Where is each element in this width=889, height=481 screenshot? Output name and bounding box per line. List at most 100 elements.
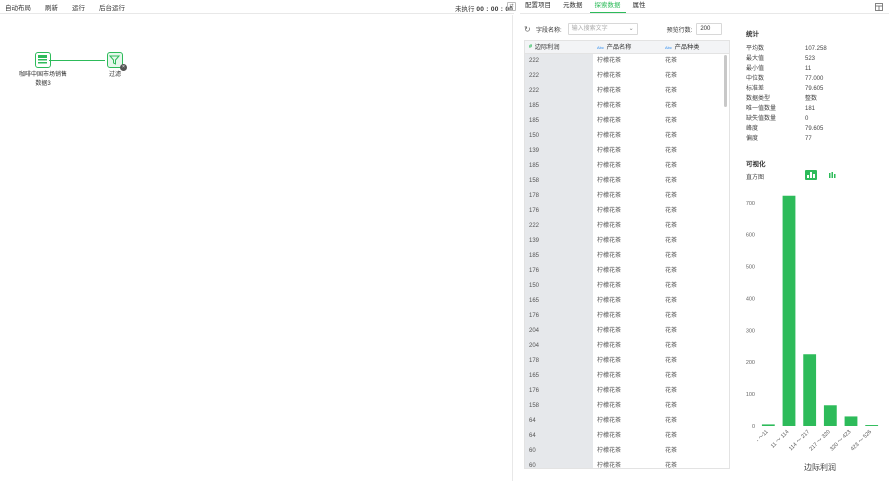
table-row[interactable]: 176 柠檬花茶 花茶 xyxy=(525,204,729,219)
y-tick-label: 700 xyxy=(746,201,755,207)
stat-key: 数据类型 xyxy=(746,96,771,102)
table-cell: 185 xyxy=(525,159,593,174)
table-row[interactable]: 176 柠檬花茶 花茶 xyxy=(525,384,729,399)
table-cell: 花茶 xyxy=(665,73,678,79)
preview-rows-input[interactable]: 200 xyxy=(696,23,723,35)
workflow-canvas[interactable]: 咖啡中国市场销售 数据3 × 过滤 xyxy=(0,15,513,481)
table-row[interactable]: 222 柠檬花茶 花茶 xyxy=(525,54,729,69)
table-cell: 139 xyxy=(525,144,593,159)
table-row[interactable]: 185 柠檬花茶 花茶 xyxy=(525,159,729,174)
data-table: # 边际利润 Abc 产品名称 Abc 产品种类 222 柠檬花茶 花茶 222 柠檬花… xyxy=(524,40,730,469)
column-header-product-name[interactable]: Abc 产品名称 xyxy=(593,41,661,54)
table-cell: 花茶 xyxy=(665,343,678,349)
table-row[interactable]: 204 柠檬花茶 花茶 xyxy=(525,339,729,354)
node-data-source[interactable]: 咖啡中国市场销售 数据3 xyxy=(17,52,69,87)
column-header-margin[interactable]: # 边际利润 xyxy=(525,41,593,54)
visualization-title: 可视化 xyxy=(746,161,766,168)
table-row[interactable]: 150 柠檬花茶 花茶 xyxy=(525,279,729,294)
collapse-panel-icon[interactable]: ⇄ xyxy=(507,2,516,11)
table-cell: 178 xyxy=(525,189,593,204)
table-cell: 柠檬花茶 xyxy=(597,208,622,214)
tab-properties[interactable]: 属性 xyxy=(628,0,651,13)
stat-row: 数据类型 整数 xyxy=(746,94,886,104)
stat-row: 偏度 77 xyxy=(746,134,886,144)
table-header: # 边际利润 Abc 产品名称 Abc 产品种类 xyxy=(525,41,729,54)
stat-row: 最大值 523 xyxy=(746,54,886,64)
table-cell: 柠檬花茶 xyxy=(597,448,622,454)
refresh-button[interactable]: 刷新 xyxy=(45,2,58,12)
table-row[interactable]: 185 柠檬花茶 花茶 xyxy=(525,114,729,129)
table-cell: 柠檬花茶 xyxy=(597,388,622,394)
table-cell: 柠檬花茶 xyxy=(597,133,622,139)
table-row[interactable]: 176 柠檬花茶 花茶 xyxy=(525,264,729,279)
x-tick-label: 423 ～ 526 xyxy=(850,429,873,452)
table-cell: 柠檬花茶 xyxy=(597,313,622,319)
table-cell: 花茶 xyxy=(665,448,678,454)
panel-layout-icon[interactable] xyxy=(875,3,883,11)
table-cell: 花茶 xyxy=(665,118,678,124)
table-row[interactable]: 222 柠檬花茶 花茶 xyxy=(525,84,729,99)
table-row[interactable]: 150 柠檬花茶 花茶 xyxy=(525,129,729,144)
histogram-bar xyxy=(844,416,858,426)
table-cell: 花茶 xyxy=(665,253,678,259)
table-cell: 柠檬花茶 xyxy=(597,373,622,379)
table-scrollbar[interactable] xyxy=(724,55,727,107)
tab-explore-data[interactable]: 探索数据 xyxy=(589,0,626,13)
background-run-button[interactable]: 后台运行 xyxy=(99,2,125,12)
table-row[interactable]: 60 柠檬花茶 花茶 xyxy=(525,444,729,459)
tab-metadata[interactable]: 元数据 xyxy=(558,0,588,13)
table-cell: 柠檬花茶 xyxy=(597,358,622,364)
table-row[interactable]: 222 柠檬花茶 花茶 xyxy=(525,69,729,84)
table-row[interactable]: 185 柠檬花茶 花茶 xyxy=(525,249,729,264)
histogram-icon[interactable] xyxy=(805,170,817,180)
table-cell: 柠檬花茶 xyxy=(597,283,622,289)
table-row[interactable]: 165 柠檬花茶 花茶 xyxy=(525,369,729,384)
stat-value: 107.258 xyxy=(805,46,827,52)
stats-panel: 统计 平均数 107.258 最大值 523 最小值 11 中位数 77.000 标准差 79.6… xyxy=(746,28,886,144)
refresh-icon[interactable]: ↻ xyxy=(524,25,532,34)
y-tick-label: 0 xyxy=(752,424,755,430)
table-cell: 花茶 xyxy=(665,403,678,409)
remove-node-icon[interactable]: × xyxy=(120,64,127,71)
auto-layout-button[interactable]: 自动布局 xyxy=(5,2,31,12)
table-row[interactable]: 158 柠檬花茶 花茶 xyxy=(525,174,729,189)
table-row[interactable]: 60 柠檬花茶 花茶 xyxy=(525,459,729,468)
table-row[interactable]: 222 柠檬花茶 花茶 xyxy=(525,219,729,234)
table-cell: 花茶 xyxy=(665,418,678,424)
table-row[interactable]: 204 柠檬花茶 花茶 xyxy=(525,324,729,339)
text-type-icon: Abc xyxy=(665,45,672,50)
stats-title: 统计 xyxy=(746,31,759,38)
table-row[interactable]: 64 柠檬花茶 花茶 xyxy=(525,429,729,444)
table-cell: 222 xyxy=(525,84,593,99)
histogram-bar xyxy=(803,354,817,426)
table-cell: 176 xyxy=(525,204,593,219)
table-cell: 176 xyxy=(525,264,593,279)
stat-value: 整数 xyxy=(805,96,818,102)
table-row[interactable]: 176 柠檬花茶 花茶 xyxy=(525,309,729,324)
stat-row: 缺失值数量 0 xyxy=(746,114,886,124)
table-row[interactable]: 165 柠檬花茶 花茶 xyxy=(525,294,729,309)
tab-config[interactable]: 配置项目 xyxy=(520,0,556,13)
canvas-toolbar: 自动布局 刷新 运行 后台运行 未执行 00 : 00 : 00 xyxy=(0,0,514,14)
stat-key: 最小值 xyxy=(746,66,765,72)
stat-value: 79.605 xyxy=(805,126,824,132)
field-search-select[interactable]: 输入搜索文字 ⌄ xyxy=(567,23,638,35)
node-filter[interactable]: × 过滤 xyxy=(100,52,130,78)
table-cell: 花茶 xyxy=(665,223,678,229)
table-row[interactable]: 178 柠檬花茶 花茶 xyxy=(525,189,729,204)
table-row[interactable]: 185 柠檬花茶 花茶 xyxy=(525,99,729,114)
table-row[interactable]: 64 柠檬花茶 花茶 xyxy=(525,414,729,429)
stat-key: 偏度 xyxy=(746,136,759,142)
table-row[interactable]: 139 柠檬花茶 花茶 xyxy=(525,144,729,159)
table-cell: 185 xyxy=(525,99,593,114)
table-row[interactable]: 178 柠檬花茶 花茶 xyxy=(525,354,729,369)
bar-chart-icon[interactable] xyxy=(827,170,839,180)
run-button[interactable]: 运行 xyxy=(72,2,85,12)
table-cell: 158 xyxy=(525,399,593,414)
table-cell: 64 xyxy=(525,429,593,444)
stat-value: 11 xyxy=(805,66,812,72)
table-row[interactable]: 158 柠檬花茶 花茶 xyxy=(525,399,729,414)
column-header-product-type[interactable]: Abc 产品种类 xyxy=(661,41,723,54)
table-cell: 柠檬花茶 xyxy=(597,58,622,64)
table-row[interactable]: 139 柠檬花茶 花茶 xyxy=(525,234,729,249)
